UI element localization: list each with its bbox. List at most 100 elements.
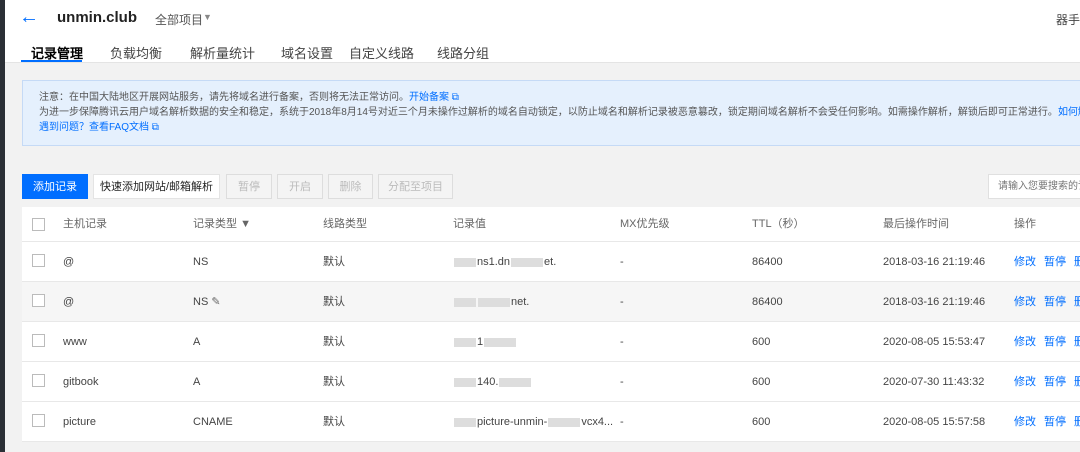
value-cell: picture-unmin-vcx4... <box>453 402 613 442</box>
type-value: NS <box>193 256 209 268</box>
filter-icon[interactable]: ▼ <box>240 218 251 230</box>
faq-link[interactable]: 遇到问题？查看FAQ文档 <box>39 122 149 133</box>
row-checkbox[interactable] <box>32 294 45 307</box>
redacted-block <box>499 377 532 387</box>
notice-text: 注意：在中国大陆地区开展网站服务，请先将域名进行备案，否则将无法正常访问。 <box>39 92 409 103</box>
value-part: et. <box>544 256 557 268</box>
edit-link[interactable]: 修改 <box>1014 256 1036 268</box>
add-record-button[interactable]: 添加记录 <box>22 174 88 199</box>
delete-link[interactable]: 删 <box>1074 416 1080 428</box>
redacted-block <box>454 417 476 427</box>
tab-custom-line[interactable]: 自定义线路 <box>349 43 414 62</box>
col-value: 记录值 <box>453 218 486 230</box>
value-part: net. <box>511 296 530 308</box>
top-right-link[interactable]: 器手 <box>1056 11 1080 28</box>
col-mx: MX优先级 <box>620 218 670 230</box>
delete-link[interactable]: 删 <box>1074 336 1080 348</box>
ttl-cell: 600 <box>752 336 771 348</box>
row-checkbox[interactable] <box>32 414 45 427</box>
pause-link[interactable]: 暂停 <box>1044 256 1066 268</box>
redacted-block <box>454 377 476 387</box>
value-cell: net. <box>453 282 529 322</box>
type-cell: A <box>193 362 200 402</box>
col-host: 主机记录 <box>63 218 107 230</box>
actions-cell: 修改 暂停删 <box>1014 402 1080 442</box>
host-cell: @ <box>63 256 75 268</box>
tab-line-group[interactable]: 线路分组 <box>437 43 489 62</box>
col-type[interactable]: 记录类型 ▼ <box>193 207 251 242</box>
enable-button[interactable]: 开启 <box>277 174 323 199</box>
pause-button[interactable]: 暂停 <box>226 174 272 199</box>
time-cell: 2020-08-05 15:57:58 <box>883 416 986 428</box>
row-checkbox[interactable] <box>32 374 45 387</box>
type-value: A <box>193 376 201 388</box>
search-input[interactable] <box>988 174 1080 199</box>
delete-link[interactable]: 删 <box>1074 256 1080 268</box>
value-part: ns1.dn <box>477 256 511 268</box>
project-select[interactable]: 全部项目 <box>155 11 203 28</box>
redacted-block <box>484 337 517 347</box>
edit-link[interactable]: 修改 <box>1014 416 1036 428</box>
redacted-block <box>454 337 476 347</box>
type-cell: NS <box>193 242 208 282</box>
ttl-cell: 86400 <box>752 256 783 268</box>
edit-link[interactable]: 修改 <box>1014 376 1036 388</box>
external-link-icon: ⧉ <box>151 122 159 133</box>
header: ← unmin.club 全部项目 ▼ 器手 记录管理 负载均衡 解析量统计 域… <box>5 0 1080 63</box>
type-cell: CNAME <box>193 402 233 442</box>
pause-link[interactable]: 暂停 <box>1044 336 1066 348</box>
external-link-icon: ⧉ <box>451 92 459 103</box>
ttl-cell: 600 <box>752 416 771 428</box>
domain-title: unmin.club <box>57 9 137 26</box>
col-type-label: 记录类型 <box>193 218 237 230</box>
mx-cell: - <box>620 256 624 268</box>
type-value: A <box>193 336 201 348</box>
how-to-unlock-link[interactable]: 如何解 <box>1058 107 1080 118</box>
row-checkbox[interactable] <box>32 254 45 267</box>
ttl-cell: 86400 <box>752 296 783 308</box>
delete-button[interactable]: 删除 <box>328 174 373 199</box>
delete-link[interactable]: 删 <box>1074 376 1080 388</box>
active-tab-indicator <box>21 60 82 62</box>
edit-link[interactable]: 修改 <box>1014 336 1036 348</box>
line-cell: 默认 <box>323 376 345 388</box>
notice-banner: 注意：在中国大陆地区开展网站服务，请先将域名进行备案，否则将无法正常访问。开始备… <box>22 80 1080 146</box>
edit-link[interactable]: 修改 <box>1014 296 1036 308</box>
tab-stats[interactable]: 解析量统计 <box>190 43 255 62</box>
back-arrow-icon[interactable]: ← <box>19 6 39 29</box>
pause-link[interactable]: 暂停 <box>1044 416 1066 428</box>
value-part: 1 <box>477 336 484 348</box>
notice-text: 为进一步保障腾讯云用户域名解析数据的安全和稳定，系统于2018年8月14号对近三… <box>39 107 1058 118</box>
select-all-checkbox[interactable] <box>32 218 45 231</box>
mx-cell: - <box>620 416 624 428</box>
line-cell: 默认 <box>323 336 345 348</box>
redacted-block <box>454 297 476 307</box>
actions-cell: 修改 暂停删 <box>1014 242 1080 282</box>
line-cell: 默认 <box>323 256 345 268</box>
delete-link[interactable]: 删 <box>1074 296 1080 308</box>
col-line: 线路类型 <box>323 218 367 230</box>
pause-link[interactable]: 暂停 <box>1044 376 1066 388</box>
mx-cell: - <box>620 296 624 308</box>
assign-project-button[interactable]: 分配至项目 <box>378 174 453 199</box>
type-cell: A <box>193 322 200 362</box>
table-row: picture CNAME 默认 picture-unmin-vcx4... -… <box>22 402 1080 442</box>
host-cell: www <box>63 336 87 348</box>
row-checkbox[interactable] <box>32 334 45 347</box>
tab-domain-settings[interactable]: 域名设置 <box>281 43 333 62</box>
table-row: @ NS ✎ 默认 net. - 86400 2018-03-16 21:19:… <box>22 282 1080 322</box>
quick-add-button[interactable]: 快速添加网站/邮箱解析 <box>93 174 220 199</box>
host-cell: picture <box>63 416 97 428</box>
host-cell: gitbook <box>63 376 99 388</box>
value-cell: ns1.dn et. <box>453 242 556 282</box>
value-part: vcx4... <box>581 416 614 428</box>
pause-link[interactable]: 暂停 <box>1044 296 1066 308</box>
filing-link[interactable]: 开始备案 <box>409 92 449 103</box>
tab-load-balance[interactable]: 负载均衡 <box>110 43 162 62</box>
chevron-down-icon[interactable]: ▼ <box>203 12 212 22</box>
col-actions: 操作 <box>1014 218 1036 230</box>
edit-pencil-icon[interactable]: ✎ <box>211 296 220 308</box>
actions-cell: 修改 暂停删 <box>1014 322 1080 362</box>
table-row: www A 默认 1 - 600 2020-08-05 15:53:47 修改暂… <box>22 322 1080 362</box>
mx-cell: - <box>620 376 624 388</box>
